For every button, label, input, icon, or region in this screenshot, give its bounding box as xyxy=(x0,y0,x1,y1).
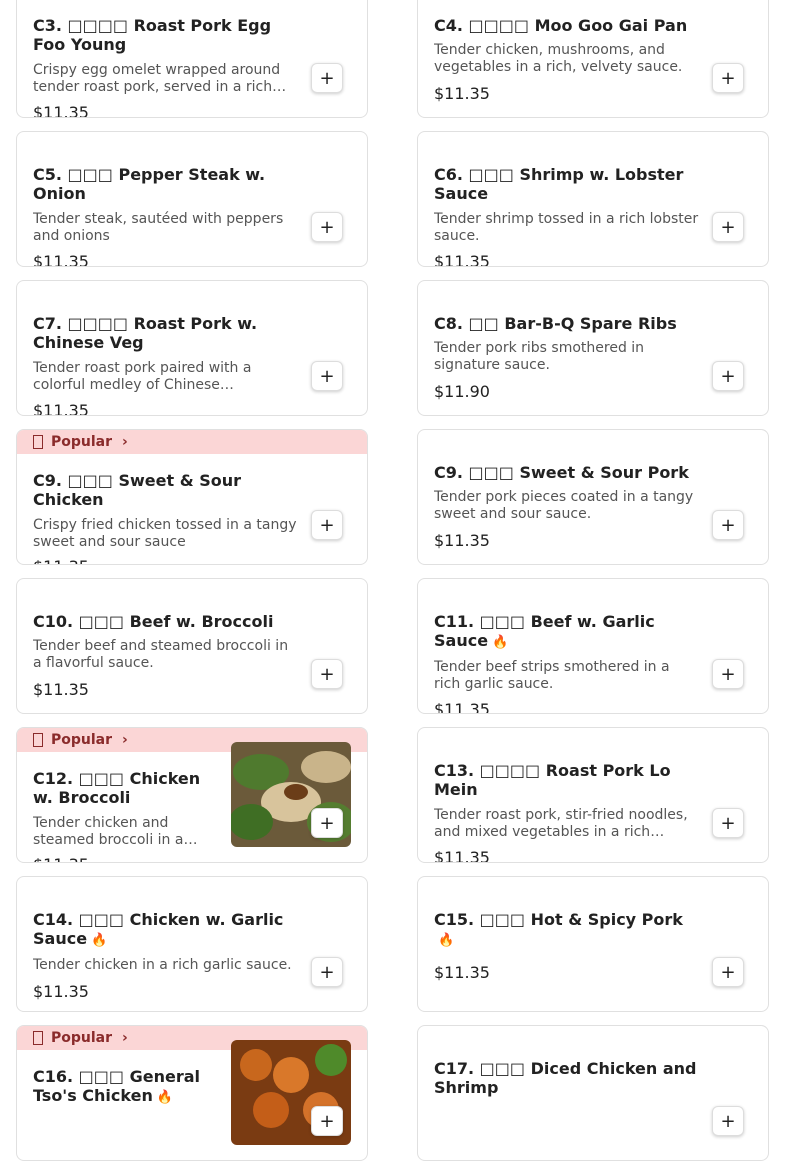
item-title: C12. □□□ Chicken w. Broccoli xyxy=(33,769,201,807)
item-title: C9. □□□ Sweet & Sour Chicken xyxy=(33,471,242,509)
add-button[interactable]: + xyxy=(311,361,343,391)
spicy-icon: 🔥 xyxy=(438,933,455,948)
menu-item-card[interactable]: Popular › C9. □□□ Sweet & Sour Chicken C… xyxy=(16,429,368,565)
item-price: $11.35 xyxy=(33,680,89,699)
add-button[interactable]: + xyxy=(311,808,343,838)
item-description: Tender chicken, mushrooms, and vegetable… xyxy=(434,42,683,75)
item-price: $11.35 xyxy=(33,103,89,118)
item-title: C14. □□□ Chicken w. Garlic Sauce 🔥 xyxy=(33,910,284,948)
menu-item-card[interactable]: C13. □□□□ Roast Pork Lo Mein Tender roas… xyxy=(417,727,769,863)
menu-item-card[interactable]: C10. □□□ Beef w. Broccoli Tender beef an… xyxy=(16,578,368,714)
menu-item-card[interactable]: C15. □□□ Hot & Spicy Pork🔥 $11.35 + xyxy=(417,876,769,1012)
item-description: Tender roast pork, stir-fried noodles, a… xyxy=(434,807,688,840)
popular-label: Popular xyxy=(51,434,113,450)
item-price: $11.90 xyxy=(434,382,490,401)
menu-item-card[interactable]: C11. □□□ Beef w. Garlic Sauce 🔥 Tender be… xyxy=(417,578,769,714)
item-price: $11.35 xyxy=(434,84,490,103)
item-description: Crispy fried chicken tossed in a tangy s… xyxy=(33,517,297,550)
menu-item-card[interactable]: C6. □□□ Shrimp w. Lobster Sauce Tender s… xyxy=(417,131,769,267)
item-price: $11.35 xyxy=(33,252,89,267)
menu-item-card[interactable]: C9. □□□ Sweet & Sour Pork Tender pork pi… xyxy=(417,429,769,565)
item-description: Tender beef and steamed broccoli in a fl… xyxy=(33,638,289,671)
add-button[interactable]: + xyxy=(311,63,343,93)
popular-label: Popular xyxy=(51,1030,113,1046)
add-button[interactable]: + xyxy=(311,212,343,242)
item-description: Tender chicken and steamed broccoli in a… xyxy=(33,815,184,848)
menu-item-card[interactable]: C14. □□□ Chicken w. Garlic Sauce 🔥 Tender… xyxy=(16,876,368,1012)
item-title: C5. □□□ Pepper Steak w. Onion xyxy=(33,165,266,203)
item-title: C6. □□□ Shrimp w. Lobster Sauce xyxy=(434,165,684,203)
add-button[interactable]: + xyxy=(712,63,744,93)
item-description: Crispy egg omelet wrapped around tender … xyxy=(33,62,281,95)
add-button[interactable]: + xyxy=(712,212,744,242)
add-button[interactable]: + xyxy=(712,659,744,689)
add-button[interactable]: + xyxy=(712,1106,744,1136)
add-button[interactable]: + xyxy=(311,510,343,540)
item-title: C15. □□□ Hot & Spicy Pork🔥 xyxy=(434,910,683,948)
item-title: C4. □□□□ Moo Goo Gai Pan xyxy=(434,16,688,35)
menu-item-card[interactable]: C3. □□□□ Roast Pork Egg Foo Young Crispy… xyxy=(16,0,368,118)
chevron-right-icon: › xyxy=(122,1030,128,1046)
item-price: $11.35 xyxy=(434,531,490,550)
menu-item-card[interactable]: Popular › C16. □□□ General Tso's Chicken… xyxy=(16,1025,368,1161)
menu-item-card[interactable]: C17. □□□ Diced Chicken and Shrimp + xyxy=(417,1025,769,1161)
item-price: $11.35 xyxy=(434,252,490,267)
item-title: C17. □□□ Diced Chicken and Shrimp xyxy=(434,1059,697,1097)
menu-item-card[interactable]: Popular › C12. □□□ Chicken w. Broccoli T… xyxy=(16,727,368,863)
item-description: Tender shrimp tossed in a rich lobster s… xyxy=(434,211,699,244)
item-title: C13. □□□□ Roast Pork Lo Mein xyxy=(434,761,671,799)
chevron-right-icon: › xyxy=(122,434,128,450)
item-title: C11. □□□ Beef w. Garlic Sauce 🔥 xyxy=(434,612,655,650)
item-price: $11.35 xyxy=(33,557,89,564)
item-title: C10. □□□ Beef w. Broccoli xyxy=(33,612,274,631)
add-button[interactable]: + xyxy=(712,808,744,838)
popular-icon xyxy=(33,435,43,449)
add-button[interactable]: + xyxy=(311,659,343,689)
spicy-icon: 🔥 xyxy=(156,1090,174,1105)
item-price: $11.35 xyxy=(33,401,89,416)
item-title: C7. □□□□ Roast Pork w. Chinese Veg xyxy=(33,314,258,352)
add-button[interactable]: + xyxy=(712,957,744,987)
item-title: C9. □□□ Sweet & Sour Pork xyxy=(434,463,689,482)
add-button[interactable]: + xyxy=(712,361,744,391)
chevron-right-icon: › xyxy=(122,732,128,748)
add-button[interactable]: + xyxy=(311,957,343,987)
add-button[interactable]: + xyxy=(712,510,744,540)
spicy-icon: 🔥 xyxy=(91,933,108,948)
popular-banner[interactable]: Popular › xyxy=(17,430,367,454)
add-button[interactable]: + xyxy=(311,1106,343,1136)
item-description: Tender steak, sautéed with peppers and o… xyxy=(33,211,284,244)
item-description: Tender beef strips smothered in a rich g… xyxy=(434,659,670,692)
item-title: C8. □□ Bar-B-Q Spare Ribs xyxy=(434,314,677,333)
item-title: C16. □□□ General Tso's Chicken 🔥 xyxy=(33,1067,201,1105)
menu-item-card[interactable]: C5. □□□ Pepper Steak w. Onion Tender ste… xyxy=(16,131,368,267)
item-description: Tender roast pork paired with a colorful… xyxy=(33,360,252,393)
popular-icon xyxy=(33,733,43,747)
popular-icon xyxy=(33,1031,43,1045)
item-price: $11.35 xyxy=(434,963,490,982)
item-description: Tender pork pieces coated in a tangy swe… xyxy=(434,489,694,522)
menu-item-card[interactable]: C4. □□□□ Moo Goo Gai Pan Tender chicken,… xyxy=(417,0,769,118)
menu-item-card[interactable]: C8. □□ Bar-B-Q Spare Ribs Tender pork ri… xyxy=(417,280,769,416)
item-title: C3. □□□□ Roast Pork Egg Foo Young xyxy=(33,16,272,54)
popular-label: Popular xyxy=(51,732,113,748)
item-price: $11.35 xyxy=(33,982,89,1001)
item-price: $11.35 xyxy=(434,700,490,714)
item-price: $11.35 xyxy=(33,855,89,862)
spicy-icon: 🔥 xyxy=(492,635,509,650)
item-description: Tender chicken in a rich garlic sauce. xyxy=(33,957,292,973)
menu-item-card[interactable]: C7. □□□□ Roast Pork w. Chinese Veg Tende… xyxy=(16,280,368,416)
item-description: Tender pork ribs smothered in signature … xyxy=(434,340,645,373)
item-price: $11.35 xyxy=(434,848,490,863)
